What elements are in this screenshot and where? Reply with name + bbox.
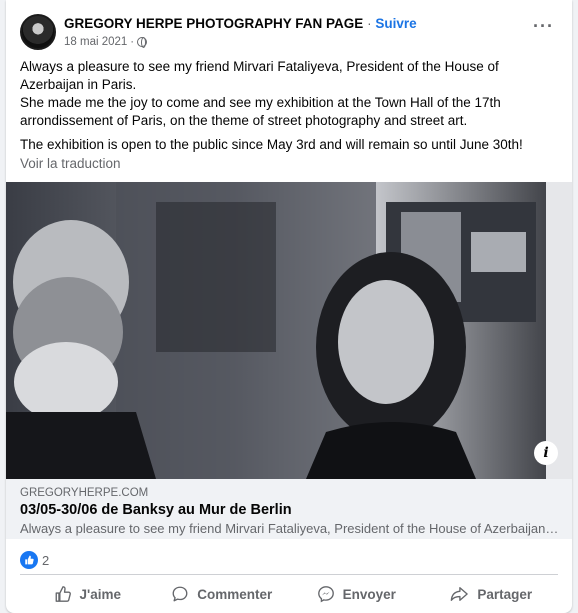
meta-separator: · <box>130 36 135 48</box>
like-label: J'aime <box>79 586 122 602</box>
post-text: Always a pleasure to see my friend Mirva… <box>20 58 560 160</box>
send-label: Envoyer <box>342 586 396 602</box>
action-bar: J'aime Commenter Envoyer Partager <box>20 578 558 610</box>
name-line: GREGORY HERPE PHOTOGRAPHY FAN PAGE · Sui… <box>64 16 417 31</box>
thumbs-up-icon <box>54 585 72 603</box>
share-icon <box>449 585 469 603</box>
messenger-icon <box>317 585 335 603</box>
share-label: Partager <box>477 586 533 602</box>
see-translation-link[interactable]: Voir la traduction <box>20 156 121 171</box>
comment-icon <box>171 585 189 603</box>
reaction-summary[interactable]: 2 <box>20 551 49 569</box>
comment-label: Commenter <box>197 586 273 602</box>
post-date[interactable]: 18 mai 2021 <box>64 36 127 48</box>
link-description: Always a pleasure to see my friend Mirva… <box>20 521 560 536</box>
info-button[interactable]: i <box>534 441 558 465</box>
globe-icon <box>137 37 148 48</box>
post-photo[interactable]: i <box>6 182 572 479</box>
reaction-count: 2 <box>42 552 50 568</box>
send-button[interactable]: Envoyer <box>289 578 424 610</box>
divider <box>20 574 558 575</box>
photo-illustration <box>6 182 572 479</box>
comment-button[interactable]: Commenter <box>155 578 290 610</box>
share-button[interactable]: Partager <box>424 578 559 610</box>
post-meta: 18 mai 2021 · <box>64 36 148 48</box>
post-paragraph: The exhibition is open to the public sin… <box>20 137 523 152</box>
page-avatar[interactable] <box>20 14 56 50</box>
link-title: 03/05-30/06 de Banksy au Mur de Berlin <box>20 502 292 518</box>
link-preview[interactable]: GREGORYHERPE.COM 03/05-30/06 de Banksy a… <box>6 479 572 539</box>
like-icon <box>20 551 38 569</box>
separator: · <box>363 16 376 31</box>
follow-button[interactable]: Suivre <box>375 16 416 31</box>
post-paragraph: Always a pleasure to see my friend Mirva… <box>20 59 501 128</box>
more-options-button[interactable]: ··· <box>533 16 554 37</box>
post-card: GREGORY HERPE PHOTOGRAPHY FAN PAGE · Sui… <box>6 0 572 613</box>
post-header: GREGORY HERPE PHOTOGRAPHY FAN PAGE · Sui… <box>20 12 562 52</box>
page-name-link[interactable]: GREGORY HERPE PHOTOGRAPHY FAN PAGE <box>64 16 363 31</box>
like-button[interactable]: J'aime <box>20 578 155 610</box>
link-domain: GREGORYHERPE.COM <box>20 487 149 499</box>
